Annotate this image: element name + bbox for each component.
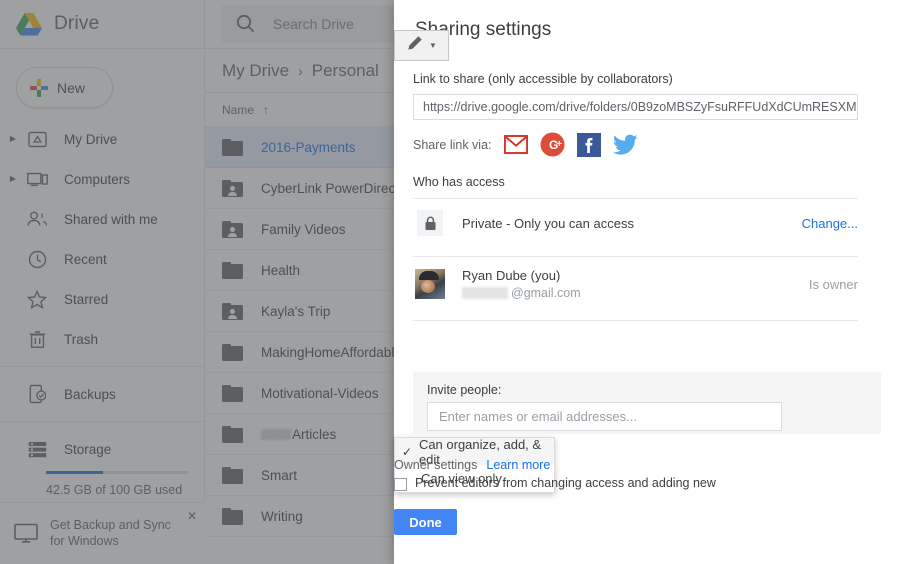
person-email-suffix: @gmail.com	[511, 286, 581, 300]
screen: Drive New ▶ My Drive ▶	[0, 0, 900, 564]
sharing-settings-dialog: Sharing settings Link to share (only acc…	[394, 0, 900, 564]
who-has-access-label: Who has access	[413, 175, 505, 189]
link-to-share-section: Link to share (only accessible by collab…	[413, 72, 881, 321]
access-description: Private - Only you can access	[462, 215, 634, 231]
owner-settings-label: Owner settings	[394, 458, 478, 472]
invite-people-input[interactable]: Enter names or email addresses...	[427, 402, 782, 431]
person-name: Ryan Dube (you)	[462, 268, 561, 283]
owner-settings-row: Owner settings Learn more	[394, 458, 550, 472]
prevent-editors-label: Prevent editors from changing access and…	[415, 476, 716, 490]
access-row-private: Private - Only you can access Change...	[413, 199, 858, 247]
person-row: Ryan Dube (you) @gmail.com Is owner	[413, 257, 858, 311]
person-role: Is owner	[808, 276, 858, 292]
share-link-via-label: Share link via:	[413, 137, 492, 152]
google-plus-icon[interactable]: G +	[540, 132, 565, 157]
svg-text:+: +	[556, 139, 562, 150]
person-info: Ryan Dube (you) @gmail.com	[462, 268, 581, 300]
invite-people-panel: Invite people: Enter names or email addr…	[413, 372, 881, 434]
done-button[interactable]: Done	[394, 509, 457, 535]
share-link-input[interactable]: https://drive.google.com/drive/folders/0…	[413, 94, 858, 120]
gmail-icon[interactable]	[503, 135, 528, 154]
pencil-icon	[406, 35, 423, 57]
learn-more-link[interactable]: Learn more	[486, 458, 550, 472]
redacted-text	[462, 287, 508, 299]
invite-people-label: Invite people:	[427, 383, 502, 397]
caret-down-icon: ▼	[429, 41, 437, 50]
twitter-icon[interactable]	[612, 134, 638, 155]
share-link-via-row: Share link via: G +	[413, 132, 881, 157]
prevent-editors-checkbox[interactable]	[394, 478, 407, 491]
change-access-link[interactable]: Change...	[802, 216, 858, 231]
person-email: @gmail.com	[462, 286, 581, 300]
permission-dropdown-button[interactable]: ▼	[394, 30, 449, 61]
link-to-share-label: Link to share (only accessible by collab…	[413, 72, 673, 86]
divider	[413, 320, 858, 321]
lock-icon	[417, 210, 443, 236]
prevent-editors-row[interactable]: Prevent editors from changing access and…	[394, 476, 716, 491]
facebook-icon[interactable]	[576, 132, 601, 157]
check-icon: ✓	[401, 444, 412, 459]
avatar	[415, 269, 445, 299]
